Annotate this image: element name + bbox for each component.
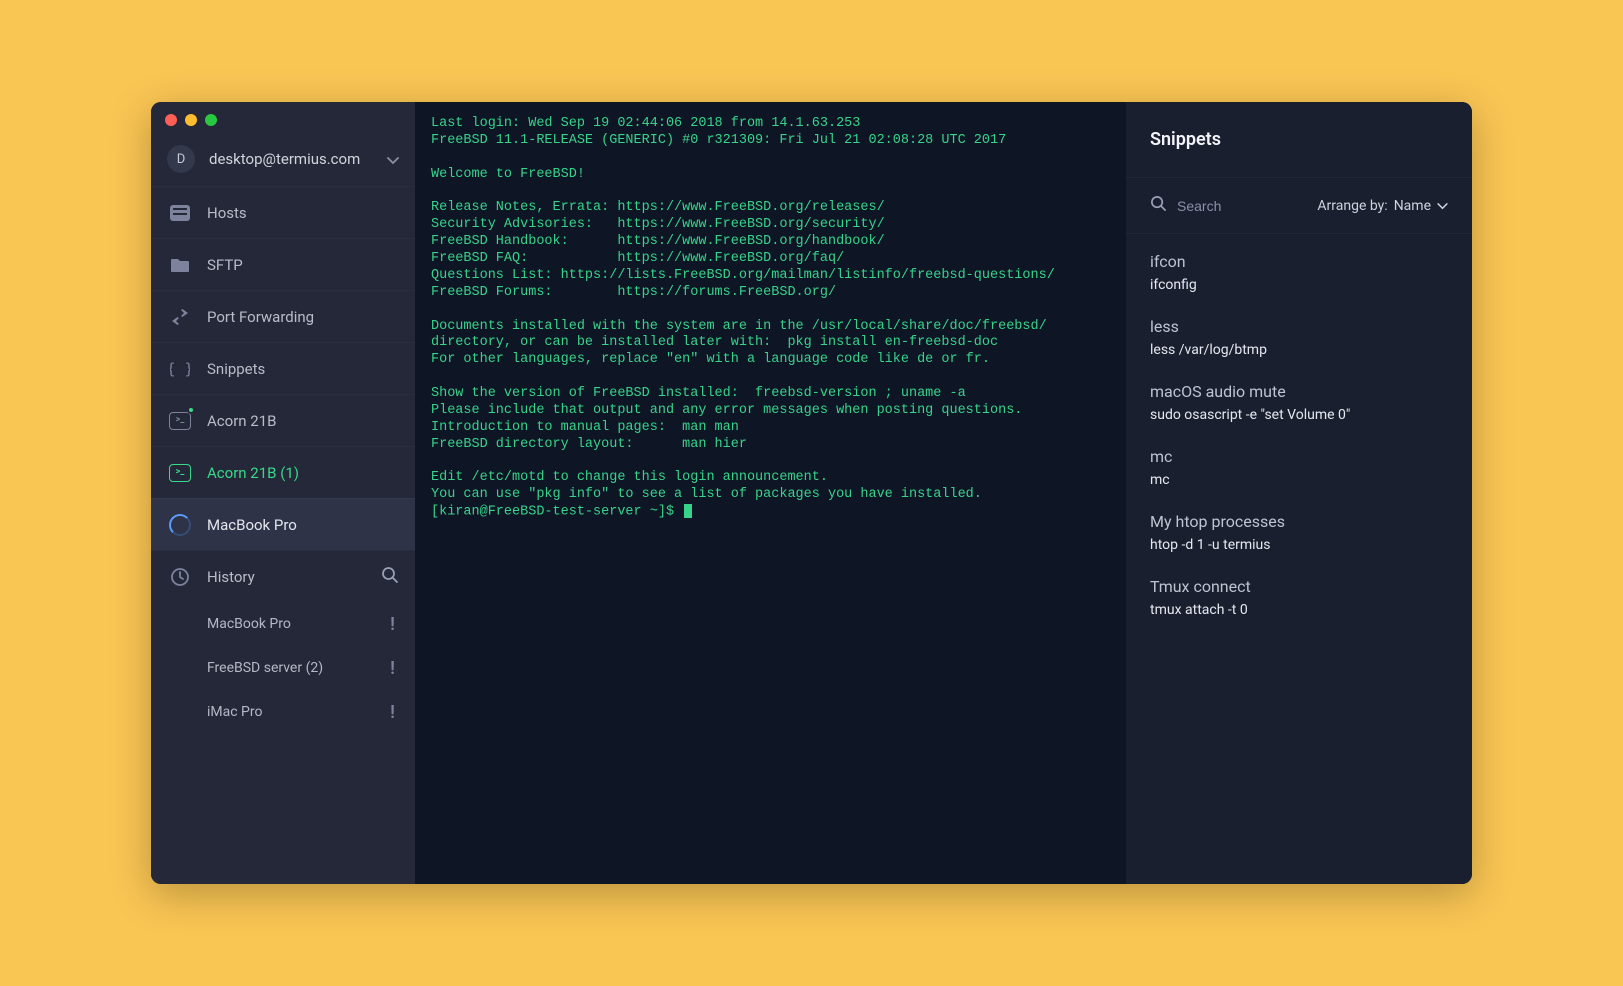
window-controls — [165, 114, 217, 126]
snippet-title: ifcon — [1150, 252, 1448, 271]
search-icon — [1150, 195, 1167, 216]
session-label: Acorn 21B (1) — [207, 464, 299, 482]
terminal-icon: >_ — [167, 460, 193, 486]
session-acorn-21b-1[interactable]: >_ Acorn 21B (1) — [151, 446, 415, 498]
sidebar-item-port-forwarding[interactable]: Port Forwarding — [151, 290, 415, 342]
sidebar-item-label: Hosts — [207, 204, 247, 222]
snippet-title: less — [1150, 317, 1448, 336]
terminal-icon: >_ — [167, 408, 193, 434]
active-indicator-icon — [187, 406, 195, 414]
loading-spinner-icon — [167, 512, 193, 538]
snippet-title: My htop processes — [1150, 512, 1448, 531]
sidebar-item-label: SFTP — [207, 256, 243, 274]
cursor-icon — [684, 504, 692, 518]
port-forwarding-icon — [167, 304, 193, 330]
history-item-label: MacBook Pro — [207, 616, 291, 632]
sidebar-item-sftp[interactable]: SFTP — [151, 238, 415, 290]
session-macbook-pro[interactable]: MacBook Pro — [151, 498, 415, 550]
history-item-label: FreeBSD server (2) — [207, 660, 323, 676]
snippet-title: mc — [1150, 447, 1448, 466]
account-switcher[interactable]: D desktop@termius.com — [151, 132, 415, 186]
svg-text:{ }: { } — [170, 360, 190, 378]
search-icon[interactable] — [381, 566, 399, 588]
hosts-icon — [167, 200, 193, 226]
arrange-value: Name — [1394, 198, 1431, 214]
sidebar: D desktop@termius.com Hosts SFTP Port Fo… — [151, 102, 415, 884]
avatar: D — [167, 145, 195, 173]
chevron-down-icon — [387, 150, 399, 169]
search-input[interactable] — [1177, 198, 1267, 214]
sidebar-item-history[interactable]: History — [151, 550, 415, 602]
account-label: desktop@termius.com — [209, 150, 387, 168]
alert-icon: ! — [390, 658, 395, 679]
snippet-command: less /var/log/btmp — [1150, 342, 1448, 358]
alert-icon: ! — [390, 614, 395, 635]
snippets-search[interactable] — [1150, 195, 1267, 216]
arrange-prefix: Arrange by: — [1317, 198, 1387, 214]
braces-icon: { } — [167, 356, 193, 382]
snippet-command: tmux attach -t 0 — [1150, 602, 1448, 618]
terminal-text: Last login: Wed Sep 19 02:44:06 2018 fro… — [431, 116, 1055, 502]
snippet-item[interactable]: macOS audio mute sudo osascript -e "set … — [1126, 372, 1472, 437]
snippet-command: ifconfig — [1150, 277, 1448, 293]
snippet-item[interactable]: mc mc — [1126, 437, 1472, 502]
sidebar-item-hosts[interactable]: Hosts — [151, 186, 415, 238]
app-window: D desktop@termius.com Hosts SFTP Port Fo… — [151, 102, 1472, 884]
terminal-output[interactable]: Last login: Wed Sep 19 02:44:06 2018 fro… — [415, 102, 1126, 884]
chevron-down-icon — [1437, 198, 1448, 214]
session-label: MacBook Pro — [207, 516, 297, 534]
snippet-command: htop -d 1 -u termius — [1150, 537, 1448, 553]
sidebar-item-label: Snippets — [207, 360, 265, 378]
snippet-command: mc — [1150, 472, 1448, 488]
terminal-prompt: [kiran@FreeBSD-test-server ~]$ — [431, 505, 682, 520]
history-item[interactable]: MacBook Pro ! — [151, 602, 415, 646]
history-item-label: iMac Pro — [207, 704, 262, 720]
snippet-title: macOS audio mute — [1150, 382, 1448, 401]
alert-icon: ! — [390, 702, 395, 723]
snippet-title: Tmux connect — [1150, 577, 1448, 596]
session-label: Acorn 21B — [207, 412, 277, 430]
zoom-window-button[interactable] — [205, 114, 217, 126]
snippet-item[interactable]: My htop processes htop -d 1 -u termius — [1126, 502, 1472, 567]
sidebar-item-snippets[interactable]: { } Snippets — [151, 342, 415, 394]
snippets-list: ifcon ifconfig less less /var/log/btmp m… — [1126, 234, 1472, 640]
snippet-command: sudo osascript -e "set Volume 0" — [1150, 407, 1448, 423]
snippets-panel: Snippets Arrange by: Name ifcon ifconfig — [1126, 102, 1472, 884]
sidebar-item-label: Port Forwarding — [207, 308, 314, 326]
minimize-window-button[interactable] — [185, 114, 197, 126]
sidebar-item-label: History — [207, 568, 255, 586]
panel-title: Snippets — [1126, 102, 1472, 178]
folder-icon — [167, 252, 193, 278]
history-icon — [167, 564, 193, 590]
arrange-by-dropdown[interactable]: Arrange by: Name — [1317, 198, 1448, 214]
snippet-item[interactable]: less less /var/log/btmp — [1126, 307, 1472, 372]
snippet-item[interactable]: ifcon ifconfig — [1126, 242, 1472, 307]
history-item[interactable]: FreeBSD server (2) ! — [151, 646, 415, 690]
snippets-toolbar: Arrange by: Name — [1126, 178, 1472, 234]
close-window-button[interactable] — [165, 114, 177, 126]
history-item[interactable]: iMac Pro ! — [151, 690, 415, 734]
session-acorn-21b[interactable]: >_ Acorn 21B — [151, 394, 415, 446]
snippet-item[interactable]: Tmux connect tmux attach -t 0 — [1126, 567, 1472, 632]
